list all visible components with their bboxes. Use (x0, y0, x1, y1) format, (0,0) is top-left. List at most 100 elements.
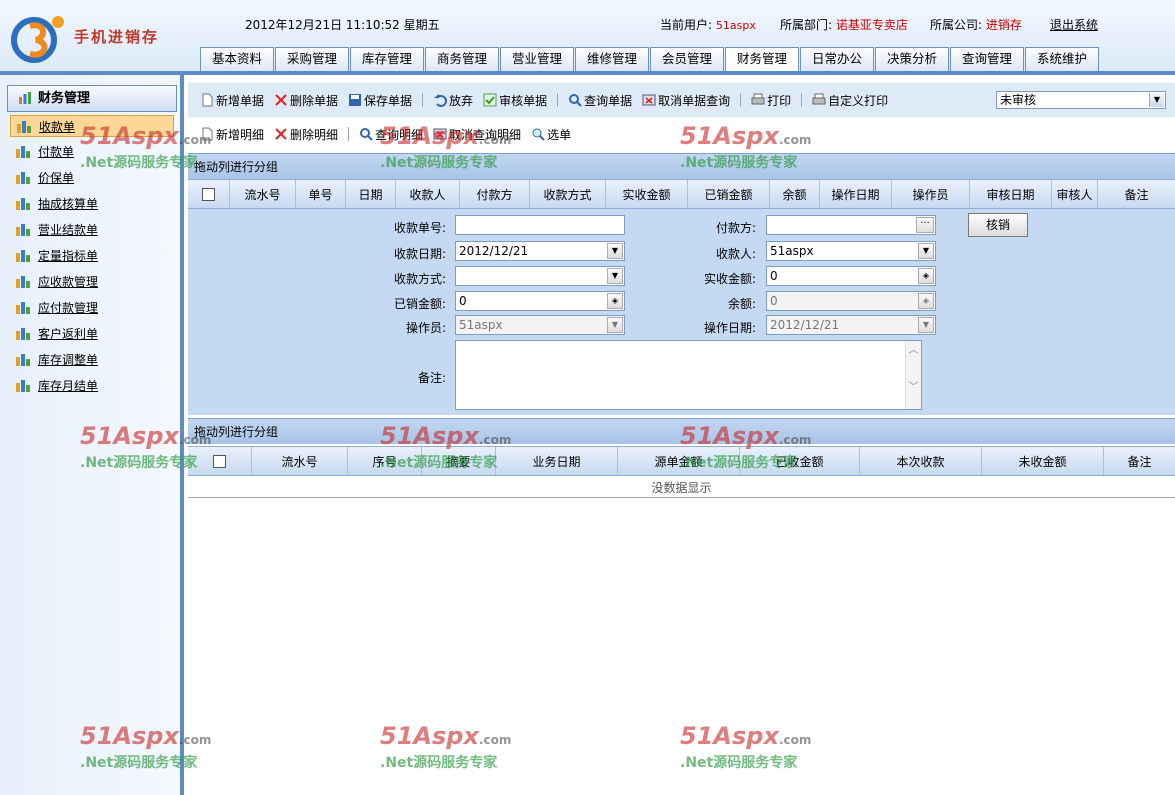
delete-detail-button[interactable]: 删除明细 (274, 126, 338, 143)
delete-document-button[interactable]: 删除单据 (274, 92, 338, 109)
receipt-date-picker[interactable]: 2012/12/21 ▼ (455, 241, 625, 261)
report-icon (17, 121, 31, 133)
nav-tab[interactable]: 决策分析 (875, 47, 949, 71)
sidebar-item[interactable]: 价保单 (10, 167, 174, 189)
column-header[interactable]: 业务日期 (496, 447, 618, 475)
select-all-checkbox[interactable] (202, 187, 215, 201)
column-header[interactable]: 审核人 (1052, 180, 1098, 208)
cancel-query-detail-button[interactable]: 取消查询明细 (433, 126, 521, 143)
column-header[interactable]: 操作日期 (820, 180, 892, 208)
detail-group-by-hint[interactable]: 拖动列进行分组 (188, 418, 1175, 444)
browse-icon[interactable]: ··· (916, 217, 934, 233)
nav-tab[interactable]: 维修管理 (575, 47, 649, 71)
column-header[interactable]: 序号 (348, 447, 422, 475)
column-header[interactable]: 本次收款 (860, 447, 982, 475)
receiver-label: 收款人: (715, 247, 756, 261)
sidebar-item[interactable]: 应付款管理 (10, 297, 174, 319)
column-header[interactable]: 流水号 (252, 447, 348, 475)
column-header[interactable]: 操作员 (892, 180, 970, 208)
nav-tab[interactable]: 商务管理 (425, 47, 499, 71)
nav-tab[interactable]: 营业管理 (500, 47, 574, 71)
receipt-date-label: 收款日期: (393, 247, 446, 261)
column-header[interactable]: 备注 (1104, 447, 1175, 475)
sidebar-item[interactable]: 库存调整单 (10, 349, 174, 371)
method-select[interactable]: ▼ (455, 266, 625, 286)
select-all-checkbox-cell[interactable] (188, 180, 230, 208)
nav-tab[interactable]: 查询管理 (950, 47, 1024, 71)
new-detail-button[interactable]: 新增明细 (200, 126, 264, 143)
new-document-button[interactable]: 新增单据 (200, 92, 264, 109)
approve-document-button[interactable]: 审核单据 (483, 92, 547, 109)
toolbar-separator (348, 127, 350, 141)
remark-scrollbar[interactable]: ︿ ﹀ (905, 341, 921, 409)
nav-tab[interactable]: 会员管理 (650, 47, 724, 71)
receipt-no-input[interactable] (455, 215, 625, 235)
payer-input[interactable]: ··· (766, 215, 936, 235)
sidebar-item[interactable]: 营业结款单 (10, 219, 174, 241)
new-doc-icon (202, 127, 213, 141)
column-header[interactable]: 收款方式 (530, 180, 606, 208)
column-header[interactable]: 付款方 (460, 180, 530, 208)
column-header[interactable]: 余额 (770, 180, 820, 208)
column-header[interactable]: 已销金额 (688, 180, 770, 208)
column-header[interactable]: 已收金额 (740, 447, 860, 475)
sidebar-item[interactable]: 收款单 (10, 115, 174, 137)
operator-value: 51aspx (459, 318, 503, 332)
column-header[interactable]: 单号 (296, 180, 346, 208)
dept-label: 所属部门: (780, 18, 833, 32)
sidebar-item[interactable]: 付款单 (10, 141, 174, 163)
column-header[interactable]: 未收金额 (982, 447, 1104, 475)
remark-textarea[interactable]: ︿ ﹀ (455, 340, 922, 410)
nav-tab[interactable]: 基本资料 (200, 47, 274, 71)
column-header[interactable]: 流水号 (230, 180, 296, 208)
custom-print-label: 自定义打印 (828, 93, 889, 108)
method-label: 收款方式: (393, 272, 446, 286)
discard-button[interactable]: 放弃 (433, 92, 473, 109)
column-header[interactable]: 收款人 (396, 180, 460, 208)
sidebar-title[interactable]: 财务管理 (7, 85, 177, 112)
nav-tab-active[interactable]: 财务管理 (725, 47, 799, 71)
written-off-input[interactable]: 0 ◈ (455, 291, 625, 311)
verify-button[interactable]: 核销 (968, 213, 1028, 237)
select-document-button[interactable]: 选单 (531, 126, 571, 143)
status-filter-select[interactable]: 未审核 ▼ (996, 91, 1166, 109)
nav-tab[interactable]: 采购管理 (275, 47, 349, 71)
logout-link[interactable]: 退出系统 (1050, 16, 1098, 33)
chevron-down-icon[interactable]: ▼ (918, 243, 934, 259)
sidebar-item[interactable]: 应收款管理 (10, 271, 174, 293)
undo-icon (434, 94, 448, 107)
column-header[interactable]: 源单金额 (618, 447, 740, 475)
written-off-value: 0 (459, 294, 467, 308)
detail-select-all-cell[interactable] (188, 447, 252, 475)
receiver-select[interactable]: 51aspx ▼ (766, 241, 936, 261)
spin-icon[interactable]: ◈ (607, 293, 623, 309)
spin-icon[interactable]: ◈ (918, 268, 934, 284)
cancel-query-button[interactable]: 取消单据查询 (642, 92, 730, 109)
nav-tab[interactable]: 系统维护 (1025, 47, 1099, 71)
report-icon (16, 302, 30, 314)
detail-grid-header: 流水号 序号 摘要 业务日期 源单金额 已收金额 本次收款 未收金额 备注 (188, 446, 1175, 476)
query-document-button[interactable]: 查询单据 (568, 92, 632, 109)
group-by-hint[interactable]: 拖动列进行分组 (188, 153, 1175, 179)
nav-tab[interactable]: 日常办公 (800, 47, 874, 71)
custom-print-button[interactable]: 自定义打印 (812, 92, 888, 109)
detail-select-all-checkbox[interactable] (213, 454, 226, 468)
sidebar-item[interactable]: 客户返利单 (10, 323, 174, 345)
print-button[interactable]: 打印 (751, 92, 791, 109)
actual-amount-input[interactable]: 0 ◈ (766, 266, 936, 286)
chevron-down-icon[interactable]: ▼ (607, 268, 623, 284)
column-header[interactable]: 备注 (1098, 180, 1175, 208)
save-document-button[interactable]: 保存单据 (348, 92, 412, 109)
column-header[interactable]: 审核日期 (970, 180, 1052, 208)
column-header[interactable]: 摘要 (422, 447, 496, 475)
chevron-down-icon[interactable]: ▼ (607, 243, 623, 259)
sidebar-item[interactable]: 定量指标单 (10, 245, 174, 267)
user-value: 51aspx (715, 19, 756, 32)
query-detail-button[interactable]: 查询明细 (359, 126, 423, 143)
column-header[interactable]: 日期 (346, 180, 396, 208)
nav-tab[interactable]: 库存管理 (350, 47, 424, 71)
report-icon (16, 172, 30, 184)
sidebar-item[interactable]: 抽成核算单 (10, 193, 174, 215)
sidebar-item[interactable]: 库存月结单 (10, 375, 174, 397)
column-header[interactable]: 实收金额 (606, 180, 688, 208)
